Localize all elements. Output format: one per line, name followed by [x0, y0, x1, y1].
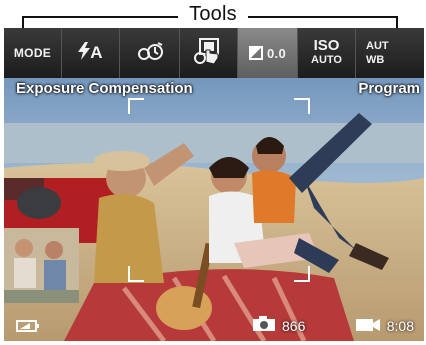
- mode-button[interactable]: MODE: [4, 28, 62, 78]
- wb-value: WB: [366, 54, 385, 66]
- flash-mode-label: A: [90, 43, 103, 62]
- self-timer-icon: [136, 41, 164, 66]
- wb-label: AUT: [366, 40, 389, 52]
- camera-screen: MODE A 0.0 ISO AUTO AUT WB Exposure Comp…: [4, 28, 424, 341]
- tools-toolbar: MODE A 0.0 ISO AUTO AUT WB: [4, 28, 424, 78]
- recording-time-remaining: 8:08: [355, 316, 414, 335]
- pictures-remaining: 866: [252, 316, 305, 335]
- battery-icon: [16, 319, 40, 335]
- recording-time-value: 8:08: [386, 317, 414, 334]
- iso-label: ISO: [313, 37, 340, 54]
- focus-frame-corner: [128, 266, 144, 282]
- iso-value: AUTO: [311, 54, 342, 66]
- mode-label: MODE: [13, 46, 52, 60]
- self-timer-button[interactable]: [120, 28, 180, 78]
- flash-icon: [78, 41, 91, 65]
- shooting-mode-label: Program: [358, 80, 420, 97]
- battery-status: [16, 319, 40, 335]
- selected-tool-label: Exposure Compensation: [16, 80, 193, 97]
- focus-frame-corner: [294, 98, 310, 114]
- callout-title: Tools: [0, 3, 426, 26]
- focus-frame-corner: [128, 98, 144, 114]
- focus-frame-corner: [294, 266, 310, 282]
- exposure-compensation-button[interactable]: 0.0: [238, 28, 298, 78]
- touch-shutter-button[interactable]: [180, 28, 238, 78]
- video-icon: [355, 316, 381, 335]
- camera-icon: [252, 316, 276, 335]
- flash-button[interactable]: A: [62, 28, 120, 78]
- exposure-value: 0.0: [267, 45, 286, 61]
- iso-button[interactable]: ISO AUTO: [298, 28, 356, 78]
- tools-callout: Tools: [0, 0, 426, 30]
- touch-shutter-icon: [193, 36, 224, 71]
- pictures-remaining-count: 866: [282, 317, 306, 334]
- exposure-icon: [249, 46, 263, 60]
- white-balance-button[interactable]: AUT WB: [356, 28, 424, 78]
